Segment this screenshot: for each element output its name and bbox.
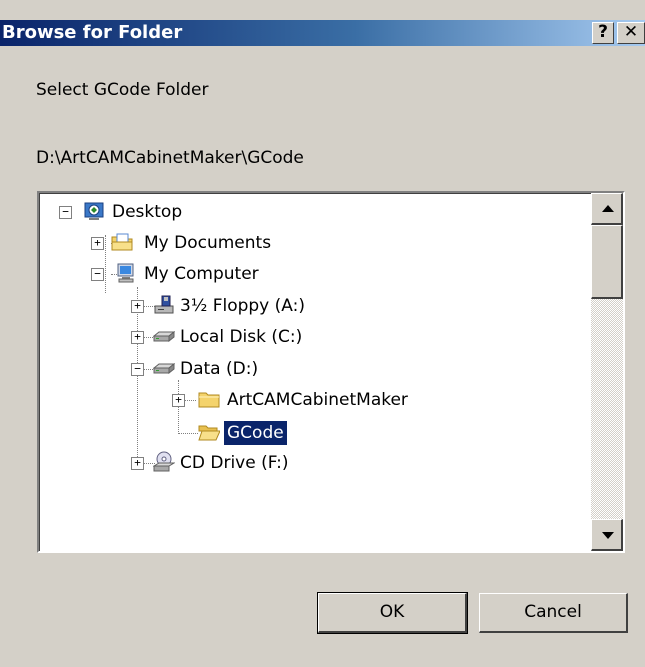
- tree-connector: [137, 287, 138, 469]
- collapse-toggle[interactable]: −: [91, 268, 104, 281]
- window-title: Browse for Folder: [2, 22, 183, 43]
- instruction-text: Select GCode Folder: [36, 80, 209, 100]
- cancel-button[interactable]: Cancel: [479, 593, 628, 633]
- tree-connector: [178, 380, 179, 434]
- expand-toggle[interactable]: +: [131, 331, 144, 344]
- tree-item-label: Desktop: [112, 202, 183, 222]
- expand-toggle[interactable]: +: [131, 300, 144, 313]
- cd-drive-icon: [153, 451, 175, 472]
- scrollbar-thumb[interactable]: [591, 225, 623, 299]
- tree-connector: [178, 433, 198, 434]
- computer-icon: [117, 263, 134, 283]
- vertical-scrollbar[interactable]: [591, 193, 623, 551]
- collapse-toggle[interactable]: −: [59, 206, 72, 219]
- tree-connector: [105, 235, 106, 293]
- tree-item-label: My Documents: [144, 233, 272, 253]
- expand-toggle[interactable]: +: [91, 237, 104, 250]
- browse-for-folder-dialog: Browse for Folder ? ✕ Select GCode Folde…: [0, 0, 645, 667]
- tree-item-label: ArtCAMCabinetMaker: [227, 390, 408, 410]
- current-path-text: D:\ArtCAMCabinetMaker\GCode: [36, 148, 304, 168]
- title-bar[interactable]: Browse for Folder ? ✕: [0, 20, 645, 46]
- tree-item-label: CD Drive (F:): [180, 453, 289, 473]
- scroll-down-button[interactable]: [591, 519, 623, 551]
- tree-connector: [184, 400, 196, 401]
- tree-item-label: Data (D:): [180, 359, 259, 379]
- arrow-up-icon: [602, 205, 614, 212]
- documents-folder-icon: [111, 233, 133, 251]
- folder-icon: [198, 392, 220, 408]
- desktop-icon: [84, 202, 104, 220]
- hard-disk-icon: [153, 362, 175, 375]
- tree-item-label: 3½ Floppy (A:): [180, 296, 305, 316]
- hard-disk-icon: [153, 330, 175, 343]
- collapse-toggle[interactable]: −: [131, 363, 144, 376]
- scroll-up-button[interactable]: [591, 193, 623, 225]
- folder-tree: − Desktop + My Documents − My Computer +…: [39, 193, 593, 551]
- floppy-drive-icon: [154, 295, 174, 314]
- folder-tree-view[interactable]: − Desktop + My Documents − My Computer +…: [37, 191, 625, 553]
- expand-toggle[interactable]: +: [172, 394, 185, 407]
- ok-button[interactable]: OK: [317, 592, 468, 634]
- expand-toggle[interactable]: +: [131, 457, 144, 470]
- tree-item-label: GCode: [223, 420, 288, 446]
- arrow-down-icon: [602, 532, 614, 539]
- open-folder-icon: [198, 425, 220, 441]
- close-button[interactable]: ✕: [617, 22, 645, 44]
- tree-item-label: Local Disk (C:): [180, 327, 303, 347]
- help-button[interactable]: ?: [592, 22, 614, 44]
- tree-item-label: My Computer: [144, 264, 259, 284]
